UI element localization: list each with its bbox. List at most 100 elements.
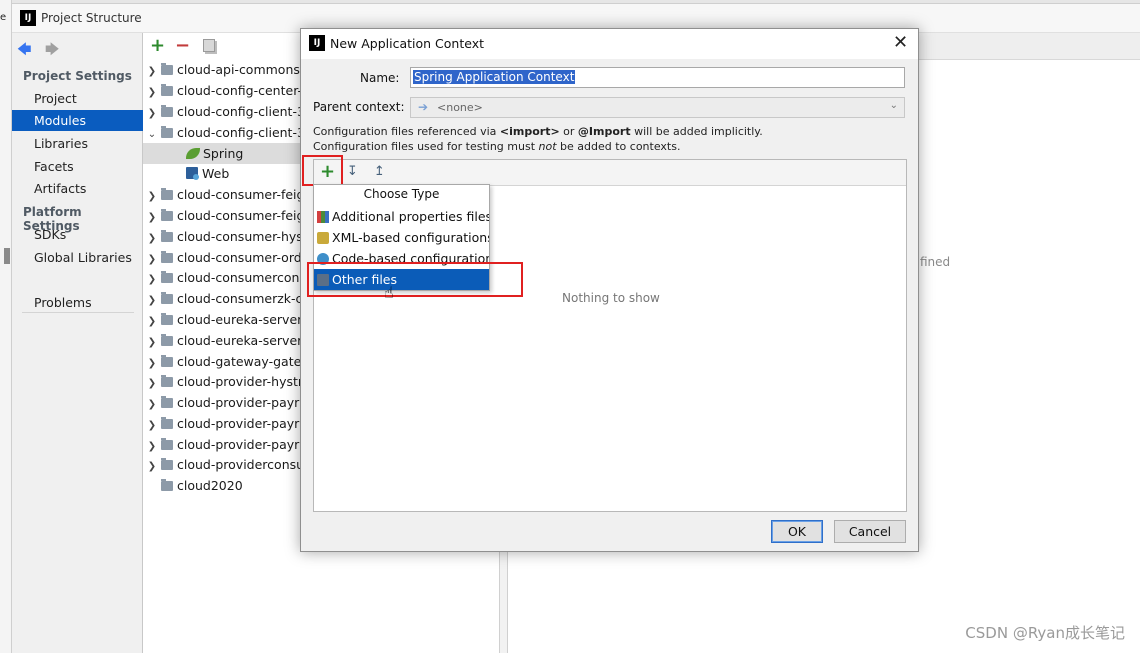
expand-arrow-icon[interactable]: ❯ (143, 61, 161, 82)
cancel-button[interactable]: Cancel (834, 520, 906, 543)
collapse-all-icon[interactable]: ↥ (374, 164, 385, 179)
tree-row-label: cloud2020 (177, 478, 243, 493)
popup-item-label: XML-based configurations (332, 230, 489, 245)
tree-row-label: cloud-consumercons (177, 270, 306, 285)
close-icon[interactable]: ✕ (893, 32, 908, 53)
expand-arrow-icon[interactable]: ❯ (143, 82, 161, 103)
tree-row[interactable]: ❯ cloud-consumercons (143, 267, 306, 288)
expand-arrow-icon[interactable]: ❯ (143, 186, 161, 207)
window-title: Project Structure (41, 11, 142, 25)
tree-row[interactable]: ❯ cloud-consumer-feig (143, 205, 305, 228)
module-folder-icon (161, 375, 173, 387)
module-folder-icon (161, 417, 173, 429)
tree-row-label: cloud-provider-hystr (177, 374, 304, 389)
tree-row[interactable]: cloud2020 (143, 475, 243, 496)
expand-all-icon[interactable]: ↧ (347, 164, 358, 179)
expand-arrow-icon[interactable]: ❯ (143, 456, 161, 477)
sidebar-item-facets[interactable]: Facets (12, 156, 143, 177)
settings-sidebar: 🡄 🡆 Project Settings Project Modules Lib… (12, 33, 143, 653)
tree-row[interactable]: ❯ cloud-provider-payr (143, 434, 300, 455)
module-folder-icon (161, 334, 173, 346)
sidebar-item-libraries[interactable]: Libraries (12, 133, 143, 154)
remove-icon[interactable]: − (175, 35, 190, 56)
tree-row[interactable]: ❯ cloud-gateway-gatev (143, 351, 309, 372)
expand-arrow-icon[interactable]: ❯ (143, 373, 161, 394)
tree-row-label: cloud-config-center- (177, 83, 303, 98)
ok-button[interactable]: OK (771, 520, 823, 543)
module-folder-icon (161, 230, 173, 242)
tree-row[interactable]: ❯ cloud-consumer-hys (143, 226, 303, 247)
expand-arrow-icon[interactable]: ❯ (143, 311, 161, 332)
tree-row[interactable]: ❯ cloud-consumer-feig (143, 184, 305, 207)
sidebar-item-problems[interactable]: Problems (12, 292, 143, 313)
expand-arrow-icon[interactable]: ❯ (143, 269, 161, 290)
tree-row[interactable]: ❯ cloud-api-commons (143, 59, 300, 80)
tree-row[interactable]: ❯ cloud-eureka-server (143, 330, 303, 353)
tree-row[interactable]: ❯ cloud-provider-payr (143, 392, 300, 415)
sidebar-item-project[interactable]: Project (12, 88, 143, 109)
tree-row[interactable]: ❯ cloud-config-client-3 (143, 101, 305, 122)
background-scroll-marker (4, 248, 10, 264)
expand-arrow-icon[interactable]: ❯ (143, 394, 161, 415)
name-label: Name: (360, 71, 400, 85)
popup-item-xml-based[interactable]: XML-based configurations (314, 227, 489, 248)
collapse-arrow-icon[interactable]: ⌄ (143, 124, 161, 145)
tree-row-label: Spring (203, 146, 244, 161)
expand-arrow-icon[interactable]: ❯ (143, 415, 161, 436)
tree-row[interactable]: ❯ cloud-providerconsu (143, 454, 304, 475)
tree-row-label: cloud-gateway-gatev (177, 354, 309, 369)
expand-arrow-icon[interactable]: ❯ (143, 103, 161, 124)
module-folder-icon (161, 126, 173, 138)
expand-arrow-icon[interactable]: ❯ (143, 228, 161, 249)
sidebar-item-artifacts[interactable]: Artifacts (12, 178, 143, 199)
expand-arrow-icon[interactable]: ❯ (143, 290, 161, 311)
tree-row[interactable]: ❯ cloud-consumerzk-c (143, 288, 303, 311)
tree-row-label: cloud-api-commons (177, 62, 300, 77)
module-folder-icon (161, 84, 173, 96)
hand-cursor-icon: ☝ (384, 283, 394, 302)
copy-icon[interactable] (203, 39, 215, 52)
properties-file-icon (317, 211, 329, 223)
module-folder-icon (161, 209, 173, 221)
tree-row-label: cloud-consumer-ord (177, 250, 302, 265)
tree-row-label: cloud-provider-payr (177, 416, 300, 431)
popup-item-additional-properties[interactable]: Additional properties files (314, 206, 489, 227)
sidebar-item-sdks[interactable]: SDKs (12, 224, 143, 245)
sidebar-item-modules[interactable]: Modules (12, 110, 143, 131)
module-folder-icon (161, 63, 173, 75)
expand-arrow-icon[interactable]: ❯ (143, 207, 161, 228)
module-folder-icon (161, 396, 173, 408)
tree-row[interactable]: ⌄ cloud-config-client-3 (143, 122, 305, 143)
tree-row[interactable]: ❯ cloud-provider-payr (143, 413, 300, 436)
tree-row-label: cloud-consumer-feig (177, 187, 305, 202)
parent-context-label: Parent context: (313, 100, 405, 114)
tree-row-label: cloud-config-client-3 (177, 125, 305, 140)
chevron-down-icon[interactable]: ⌄ (890, 100, 898, 111)
back-arrow-icon[interactable]: 🡄 (17, 39, 31, 63)
popup-item-label: Additional properties files (332, 209, 489, 224)
dialog-titlebar: IJ New Application Context ✕ (301, 29, 918, 59)
empty-state-text: Nothing to show (562, 291, 660, 305)
forward-arrow-icon[interactable]: 🡆 (45, 39, 59, 63)
highlight-other-files (307, 262, 523, 297)
tree-row[interactable]: ❯ cloud-consumer-ord (143, 247, 302, 268)
spring-leaf-icon (186, 148, 200, 159)
module-folder-icon (161, 355, 173, 367)
context-arrow-icon: ➔ (418, 100, 429, 114)
tree-row-web-facet[interactable]: Web (143, 163, 229, 184)
files-toolbar: + ↧ ↥ (314, 160, 906, 186)
sidebar-item-global-libraries[interactable]: Global Libraries (12, 247, 143, 268)
tree-row-label: cloud-eureka-server (177, 312, 303, 327)
xml-file-icon (317, 232, 329, 244)
name-input[interactable]: Spring Application Context (410, 67, 905, 88)
tree-row-label: cloud-provider-payr (177, 395, 300, 410)
parent-context-select[interactable]: ➔ <none> ⌄ (410, 97, 905, 118)
tree-row[interactable]: ❯ cloud-config-center- (143, 80, 302, 101)
expand-arrow-icon[interactable]: ❯ (143, 332, 161, 353)
popup-title: Choose Type (363, 187, 440, 201)
tree-row[interactable]: ❯ cloud-eureka-server (143, 309, 303, 332)
tree-row-label: cloud-consumerzk-c (177, 291, 303, 306)
background-text-fragment: e (0, 12, 7, 23)
tree-row[interactable]: ❯ cloud-provider-hystr (143, 371, 303, 392)
add-icon[interactable]: + (150, 35, 165, 56)
